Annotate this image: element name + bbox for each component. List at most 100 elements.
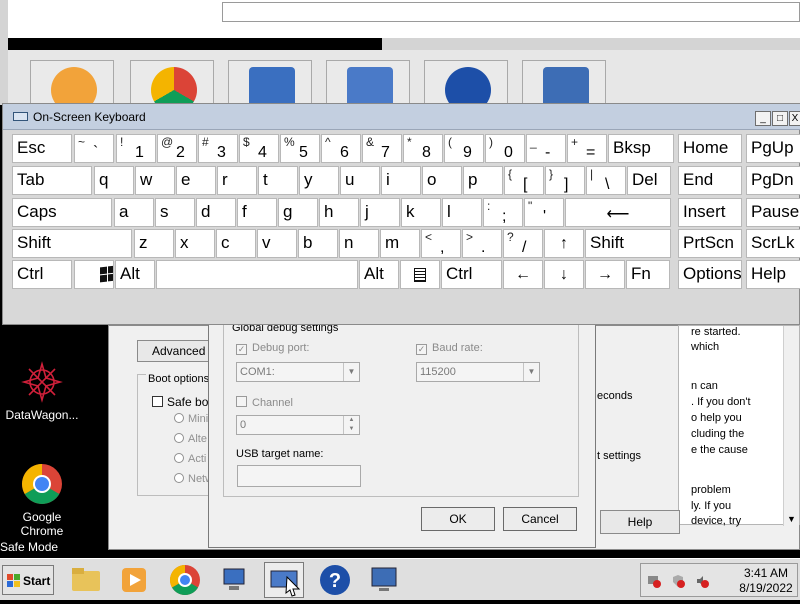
key-number-row-8[interactable]: & 7 xyxy=(362,134,402,163)
key-symbol-7[interactable]: ← xyxy=(503,260,543,289)
key-bottom-letter-row-9[interactable]: >. xyxy=(462,229,502,258)
key-number-row-7[interactable]: ^ 6 xyxy=(321,134,361,163)
key-symbol-8[interactable]: ↓ xyxy=(544,260,584,289)
key-pgdn[interactable]: PgDn xyxy=(746,166,800,195)
media-player-large-icon[interactable] xyxy=(30,60,114,106)
explorer-taskbar-icon[interactable] xyxy=(66,562,106,598)
key-insert[interactable]: Insert xyxy=(678,198,742,227)
media-player-taskbar-icon[interactable] xyxy=(114,562,154,598)
key-b[interactable]: b xyxy=(298,229,338,258)
key-number-row-4[interactable]: #3 xyxy=(198,134,238,163)
network-warning-icon[interactable] xyxy=(647,574,661,588)
help-large-icon[interactable] xyxy=(424,60,508,106)
key-menu[interactable] xyxy=(400,260,440,289)
key-number-row-13[interactable]: + = xyxy=(567,134,607,163)
key-alt[interactable]: Alt xyxy=(359,260,399,289)
key-ctrl[interactable]: Ctrl xyxy=(441,260,502,289)
key-prtscn[interactable]: PrtScn xyxy=(678,229,742,258)
debug-port-select[interactable]: COM1: ▼ xyxy=(236,362,360,382)
key-shift[interactable]: Shift xyxy=(12,229,132,258)
key-v[interactable]: v xyxy=(257,229,297,258)
key-t[interactable]: t xyxy=(258,166,298,195)
key-space[interactable] xyxy=(156,260,358,289)
key-number-row-2[interactable]: ! 1 xyxy=(116,134,156,163)
key-z[interactable]: z xyxy=(134,229,174,258)
channel-stepper[interactable]: 0 ▲ ▼ xyxy=(236,415,360,435)
key-number-row-10[interactable]: (9 xyxy=(444,134,484,163)
key-ctrl[interactable]: Ctrl xyxy=(12,260,72,289)
key-s[interactable]: s xyxy=(155,198,195,227)
safe-boot-checkbox[interactable]: Safe bo xyxy=(152,395,208,409)
key-d[interactable]: d xyxy=(196,198,236,227)
key-k[interactable]: k xyxy=(401,198,441,227)
chrome-taskbar-icon[interactable] xyxy=(165,562,205,598)
key-x[interactable]: x xyxy=(175,229,215,258)
key-alt[interactable]: Alt xyxy=(115,260,155,289)
restore-button[interactable]: □ xyxy=(772,111,788,126)
key-f[interactable]: f xyxy=(237,198,277,227)
key-top-letter-row-13[interactable]: | \ xyxy=(586,166,626,195)
close-button[interactable]: X xyxy=(789,111,800,126)
active-directory-radio[interactable]: Acti xyxy=(174,453,206,465)
key-n[interactable]: n xyxy=(339,229,379,258)
key-g[interactable]: g xyxy=(278,198,318,227)
key-l[interactable]: l xyxy=(442,198,482,227)
security-alert-icon[interactable] xyxy=(671,574,685,588)
network-large-icon[interactable] xyxy=(228,60,312,106)
volume-muted-icon[interactable] xyxy=(695,574,709,588)
network-taskbar-icon[interactable] xyxy=(215,562,255,598)
debug-port-checkbox[interactable]: ✓ Debug port: xyxy=(236,342,309,355)
usb-target-name-input[interactable] xyxy=(237,465,361,487)
key-number-row-5[interactable]: $4 xyxy=(239,134,279,163)
key-pause[interactable]: Pause xyxy=(746,198,800,227)
key-symbol-12[interactable]: ⟵ xyxy=(565,198,671,227)
key-top-letter-row-12[interactable]: }] xyxy=(545,166,585,195)
google-chrome-desktop-icon[interactable]: Google Chrome xyxy=(0,462,84,538)
keyboard-title-bar[interactable]: On-Screen Keyboard _ □ X xyxy=(3,104,800,130)
key-w[interactable]: w xyxy=(135,166,175,195)
datawagon-desktop-icon[interactable]: DataWagon... xyxy=(0,360,84,422)
key-number-row-9[interactable]: * 8 xyxy=(403,134,443,163)
key-a[interactable]: a xyxy=(114,198,154,227)
ok-button[interactable]: OK xyxy=(421,507,495,531)
keyboard-taskbar-icon[interactable] xyxy=(264,562,304,598)
baud-rate-checkbox[interactable]: ✓ Baud rate: xyxy=(416,342,483,355)
scroll-down-icon[interactable]: ▼ xyxy=(787,514,796,524)
key-fn[interactable]: Fn xyxy=(626,260,670,289)
monitor-large-icon[interactable] xyxy=(522,60,606,106)
start-button[interactable]: Start xyxy=(2,565,54,595)
key-home-row-10[interactable]: :; xyxy=(483,198,523,227)
alternate-shell-radio[interactable]: Alte xyxy=(174,433,207,445)
cancel-button[interactable]: Cancel xyxy=(503,507,577,531)
key-number-row-11[interactable]: ) 0 xyxy=(485,134,525,163)
key-r[interactable]: r xyxy=(217,166,257,195)
key-number-row-1[interactable]: ~ ` xyxy=(74,134,114,163)
help-button[interactable]: Help xyxy=(600,510,680,534)
key-help[interactable]: Help xyxy=(746,260,800,289)
key-bottom-letter-row-8[interactable]: <, xyxy=(421,229,461,258)
key-p[interactable]: p xyxy=(463,166,503,195)
key-windows[interactable] xyxy=(74,260,114,289)
minimize-button[interactable]: _ xyxy=(755,111,771,126)
key-u[interactable]: u xyxy=(340,166,380,195)
chrome-large-icon[interactable] xyxy=(130,60,214,106)
key-h[interactable]: h xyxy=(319,198,359,227)
key-y[interactable]: y xyxy=(299,166,339,195)
key-symbol-11[interactable]: ↑ xyxy=(544,229,584,258)
key-m[interactable]: m xyxy=(380,229,420,258)
help-scrollbar[interactable]: ▼ xyxy=(783,326,799,526)
key-bottom-letter-row-10[interactable]: ? / xyxy=(503,229,543,258)
key-shift[interactable]: Shift xyxy=(585,229,671,258)
key-number-row-3[interactable]: @2 xyxy=(157,134,197,163)
monitor-taskbar-icon[interactable] xyxy=(364,562,404,598)
key-j[interactable]: j xyxy=(360,198,400,227)
minimal-radio[interactable]: Mini xyxy=(174,413,208,425)
advanced-button[interactable]: Advanced c xyxy=(137,340,217,362)
channel-checkbox[interactable]: Channel xyxy=(236,396,293,409)
key-bksp[interactable]: Bksp xyxy=(608,134,674,163)
key-e[interactable]: e xyxy=(176,166,216,195)
key-o[interactable]: o xyxy=(422,166,462,195)
clock[interactable]: 3:41 AM 8/19/2022 xyxy=(733,566,799,596)
key-tab[interactable]: Tab xyxy=(12,166,92,195)
key-options[interactable]: Options xyxy=(678,260,742,289)
